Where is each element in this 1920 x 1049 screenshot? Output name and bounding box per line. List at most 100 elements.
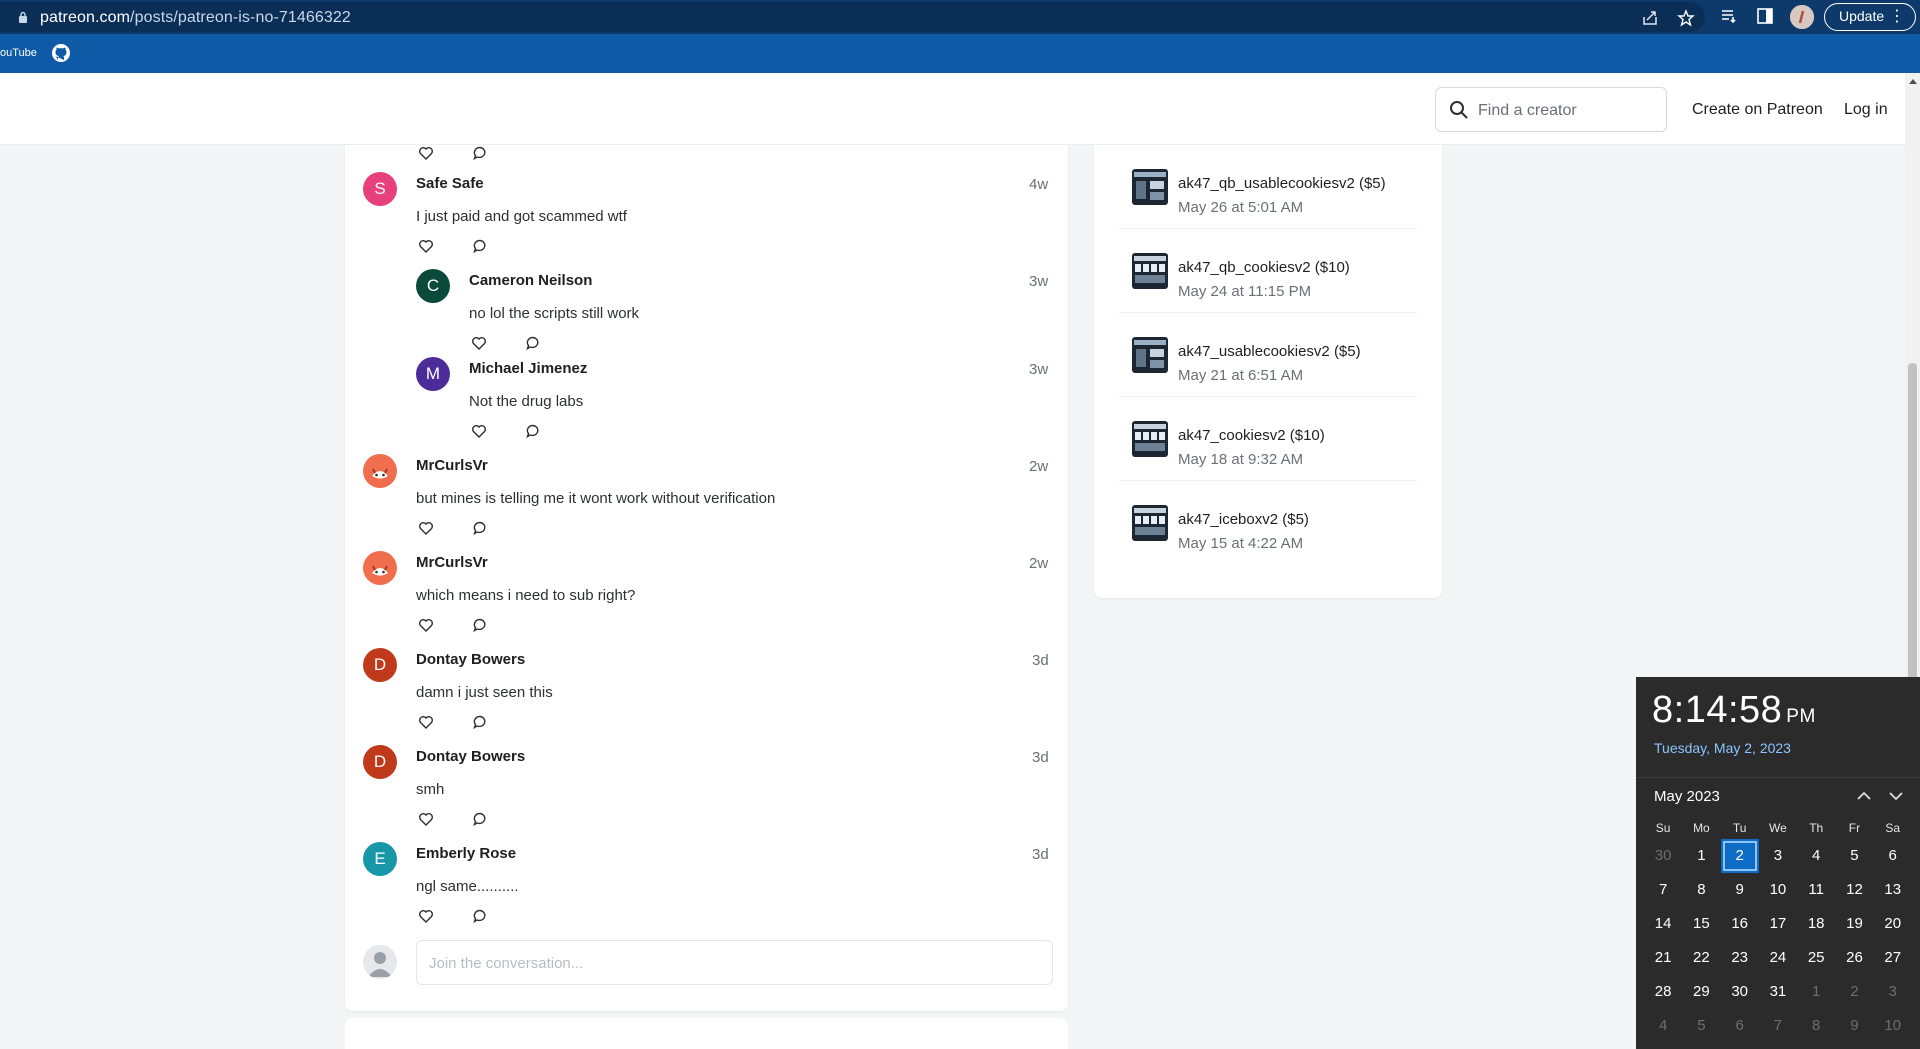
post-item[interactable]: ak47_qb_usablecookiesv2 ($5) May 26 at 5… — [1119, 145, 1417, 229]
calendar-day[interactable]: 7 — [1644, 873, 1682, 907]
calendar-day[interactable]: 8 — [1797, 1009, 1835, 1043]
heart-icon[interactable] — [418, 238, 434, 254]
post-item[interactable]: ak47_cookiesv2 ($10) May 18 at 9:32 AM — [1119, 397, 1417, 481]
update-button[interactable]: Update ⋮ — [1824, 3, 1916, 31]
create-on-patreon-link[interactable]: Create on Patreon — [1692, 101, 1823, 119]
reading-list-icon[interactable] — [1720, 7, 1738, 25]
reply-icon[interactable] — [472, 145, 488, 161]
calendar-day[interactable]: 28 — [1644, 975, 1682, 1009]
heart-icon[interactable] — [418, 908, 434, 924]
post-title[interactable]: ak47_qb_usablecookiesv2 ($5) — [1178, 175, 1386, 192]
calendar-day[interactable]: 22 — [1682, 941, 1720, 975]
calendar-day[interactable]: 20 — [1874, 907, 1912, 941]
comment-author[interactable]: Cameron Neilson — [469, 272, 592, 289]
reply-icon[interactable] — [525, 335, 541, 351]
address-bar[interactable]: patreon.com/posts/patreon-is-no-71466322 — [0, 2, 1705, 32]
avatar[interactable] — [363, 551, 397, 585]
heart-icon[interactable] — [418, 145, 434, 161]
reply-icon[interactable] — [472, 238, 488, 254]
heart-icon[interactable] — [471, 335, 487, 351]
calendar-day[interactable]: 1 — [1682, 839, 1720, 873]
post-title[interactable]: ak47_qb_cookiesv2 ($10) — [1178, 259, 1350, 276]
post-item[interactable]: ak47_iceboxv2 ($5) May 15 at 4:22 AM — [1119, 481, 1417, 565]
star-icon[interactable] — [1677, 9, 1695, 27]
calendar-day[interactable]: 10 — [1759, 873, 1797, 907]
reply-icon[interactable] — [472, 520, 488, 536]
side-panel-icon[interactable] — [1756, 7, 1774, 25]
heart-icon[interactable] — [471, 423, 487, 439]
calendar-day[interactable]: 4 — [1644, 1009, 1682, 1043]
calendar-day[interactable]: 15 — [1682, 907, 1720, 941]
calendar-day[interactable]: 11 — [1797, 873, 1835, 907]
calendar-day[interactable]: 29 — [1682, 975, 1720, 1009]
chevron-down-icon[interactable] — [1888, 790, 1904, 802]
calendar-day[interactable]: 17 — [1759, 907, 1797, 941]
heart-icon[interactable] — [418, 520, 434, 536]
calendar-day[interactable]: 24 — [1759, 941, 1797, 975]
post-title[interactable]: ak47_iceboxv2 ($5) — [1178, 511, 1309, 528]
calendar-day[interactable]: 6 — [1874, 839, 1912, 873]
share-icon[interactable] — [1641, 9, 1659, 27]
calendar-day[interactable]: 13 — [1874, 873, 1912, 907]
calendar-day[interactable]: 26 — [1835, 941, 1873, 975]
comment-author[interactable]: MrCurlsVr — [416, 554, 488, 571]
calendar-day[interactable]: 5 — [1682, 1009, 1720, 1043]
avatar[interactable]: M — [416, 357, 450, 391]
post-title[interactable]: ak47_usablecookiesv2 ($5) — [1178, 343, 1361, 360]
calendar-day[interactable]: 30 — [1644, 839, 1682, 873]
bookmark-youtube[interactable]: ouTube — [0, 47, 37, 59]
calendar-day[interactable]: 19 — [1835, 907, 1873, 941]
clock-date-link[interactable]: Tuesday, May 2, 2023 — [1654, 740, 1791, 756]
calendar-day[interactable]: 14 — [1644, 907, 1682, 941]
comment-author[interactable]: Safe Safe — [416, 175, 484, 192]
comment-author[interactable]: Emberly Rose — [416, 845, 516, 862]
calendar-day[interactable]: 10 — [1874, 1009, 1912, 1043]
reply-icon[interactable] — [472, 617, 488, 633]
calendar-day[interactable]: 3 — [1874, 975, 1912, 1009]
comment-author[interactable]: Dontay Bowers — [416, 748, 525, 765]
avatar[interactable] — [363, 454, 397, 488]
calendar-day[interactable]: 2 — [1835, 975, 1873, 1009]
calendar-day[interactable]: 25 — [1797, 941, 1835, 975]
calendar-day[interactable]: 8 — [1682, 873, 1720, 907]
calendar-day[interactable]: 30 — [1721, 975, 1759, 1009]
avatar[interactable]: D — [363, 648, 397, 682]
calendar-day[interactable]: 3 — [1759, 839, 1797, 873]
calendar-day[interactable]: 18 — [1797, 907, 1835, 941]
calendar-day[interactable]: 16 — [1721, 907, 1759, 941]
post-item[interactable]: ak47_qb_cookiesv2 ($10) May 24 at 11:15 … — [1119, 229, 1417, 313]
avatar[interactable]: C — [416, 269, 450, 303]
scroll-up-arrow[interactable] — [1909, 79, 1917, 84]
reply-icon[interactable] — [472, 811, 488, 827]
heart-icon[interactable] — [418, 811, 434, 827]
calendar-day[interactable]: 1 — [1797, 975, 1835, 1009]
comment-author[interactable]: Dontay Bowers — [416, 651, 525, 668]
calendar-day[interactable]: 9 — [1835, 1009, 1873, 1043]
calendar-day[interactable]: 9 — [1721, 873, 1759, 907]
calendar-day[interactable]: 21 — [1644, 941, 1682, 975]
calendar-day[interactable]: 5 — [1835, 839, 1873, 873]
comment-author[interactable]: Michael Jimenez — [469, 360, 587, 377]
calendar-day[interactable]: 12 — [1835, 873, 1873, 907]
calendar-month-label[interactable]: May 2023 — [1654, 788, 1720, 805]
url-text[interactable]: patreon.com/posts/patreon-is-no-71466322 — [40, 9, 351, 27]
avatar[interactable]: D — [363, 745, 397, 779]
reply-icon[interactable] — [472, 908, 488, 924]
avatar[interactable]: E — [363, 842, 397, 876]
calendar-day[interactable]: 6 — [1721, 1009, 1759, 1043]
calendar-day[interactable]: 7 — [1759, 1009, 1797, 1043]
reply-icon[interactable] — [472, 714, 488, 730]
join-conversation-input[interactable]: Join the conversation... — [416, 940, 1053, 985]
heart-icon[interactable] — [418, 617, 434, 633]
reply-icon[interactable] — [525, 423, 541, 439]
chevron-up-icon[interactable] — [1856, 790, 1872, 802]
post-item[interactable]: ak47_usablecookiesv2 ($5) May 21 at 6:51… — [1119, 313, 1417, 397]
calendar-day[interactable]: 27 — [1874, 941, 1912, 975]
post-title[interactable]: ak47_cookiesv2 ($10) — [1178, 427, 1325, 444]
heart-icon[interactable] — [418, 714, 434, 730]
calendar-day[interactable]: 2 — [1720, 839, 1759, 873]
calendar-day[interactable]: 31 — [1759, 975, 1797, 1009]
github-icon[interactable] — [51, 43, 71, 63]
log-in-link[interactable]: Log in — [1844, 101, 1888, 119]
comment-author[interactable]: MrCurlsVr — [416, 457, 488, 474]
